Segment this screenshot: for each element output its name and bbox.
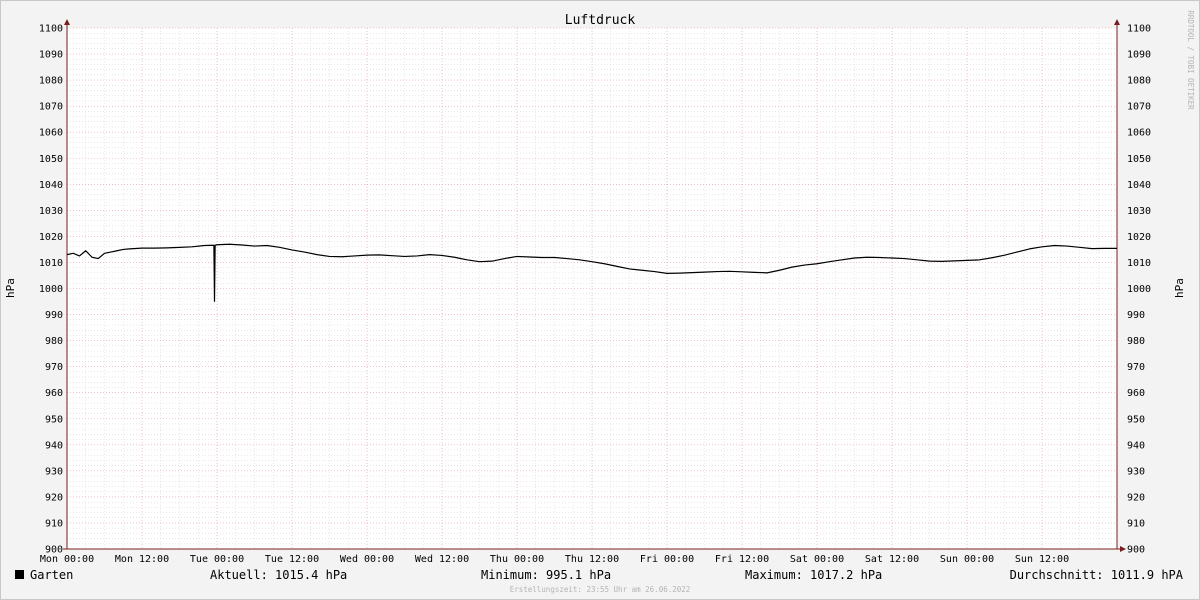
y-tick-label: 1030 (39, 206, 63, 217)
y-tick-label: 930 (45, 466, 63, 477)
x-tick-label: Sat 12:00 (865, 554, 919, 565)
x-tick-label: Thu 12:00 (565, 554, 619, 565)
y-tick-label: 1050 (39, 154, 63, 165)
x-tick-label: Wed 00:00 (340, 554, 394, 565)
y-tick-label: 1000 (1127, 284, 1151, 295)
x-tick-label: Sun 12:00 (1015, 554, 1069, 565)
x-tick-label: Tue 00:00 (190, 554, 244, 565)
y-tick-label: 950 (45, 414, 63, 425)
legend-maximum: Maximum: 1017.2 hPa (745, 568, 882, 582)
y-tick-label: 1070 (39, 102, 63, 113)
y-axis-label-left: hPa (4, 278, 17, 298)
legend-series-name: Garten (30, 568, 73, 582)
y-axis-arrow-right (1114, 19, 1120, 25)
legend-swatch (15, 570, 24, 579)
y-tick-label: 960 (1127, 388, 1145, 399)
y-tick-label: 960 (45, 388, 63, 399)
chart-svg: 900 910 920 930 940 950 960 970 980 990 1000 1010 10… (4, 10, 1195, 594)
y-tick-label: 1020 (39, 232, 63, 243)
y-tick-label: 900 (1127, 545, 1145, 556)
x-tick-label: Sun 00:00 (940, 554, 994, 565)
y-tick-label: 910 (45, 518, 63, 529)
y-tick-label: 1060 (1127, 128, 1151, 139)
x-tick-label: Tue 12:00 (265, 554, 319, 565)
y-tick-label: 1080 (1127, 76, 1151, 87)
y-tick-label: 1090 (1127, 50, 1151, 61)
y-tick-label: 970 (1127, 362, 1145, 373)
x-ticks: Mon 00:00 Mon 12:00 Tue 00:00 Tue 12:00 Wed … (40, 554, 1069, 565)
x-tick-label: Thu 00:00 (490, 554, 544, 565)
x-tick-label: Mon 00:00 (40, 554, 94, 565)
y-tick-label: 1040 (39, 180, 63, 191)
x-tick-label: Sat 00:00 (790, 554, 844, 565)
y-tick-label: 1010 (1127, 258, 1151, 269)
y-axis-arrow-left (64, 19, 70, 25)
y-tick-label: 1090 (39, 50, 63, 61)
y-tick-label: 1060 (39, 128, 63, 139)
y-tick-label: 1020 (1127, 232, 1151, 243)
y-tick-label: 1080 (39, 76, 63, 87)
legend: Garten Aktuell: 1015.4 hPa Minimum: 995.… (15, 568, 1184, 582)
y-tick-label: 950 (1127, 414, 1145, 425)
y-tick-label: 990 (45, 310, 63, 321)
y-tick-label: 1040 (1127, 180, 1151, 191)
x-tick-label: Mon 12:00 (115, 554, 169, 565)
y-tick-label: 1070 (1127, 102, 1151, 113)
footer-timestamp: Erstellungszeit: 23:55 Uhr am 26.06.2022 (510, 585, 691, 594)
y-tick-label: 930 (1127, 466, 1145, 477)
y-tick-label: 1100 (39, 24, 63, 35)
y-tick-label: 970 (45, 362, 63, 373)
y-ticks-right: 900 910 920 930 940 950 960 970 980 990 1000 1010 10… (1127, 24, 1151, 556)
x-tick-label: Fri 00:00 (640, 554, 694, 565)
x-tick-label: Fri 12:00 (715, 554, 769, 565)
legend-durchschnitt: Durchschnitt: 1011.9 hPA (1010, 568, 1184, 582)
y-tick-label: 980 (1127, 336, 1145, 347)
chart-title: Luftdruck (565, 13, 636, 28)
legend-aktuell: Aktuell: 1015.4 hPa (210, 568, 347, 582)
y-tick-label: 940 (1127, 440, 1145, 451)
y-tick-label: 1000 (39, 284, 63, 295)
y-tick-label: 940 (45, 440, 63, 451)
y-ticks-left: 9009109209309409509609709809901000101010… (39, 24, 63, 556)
y-tick-label: 910 (1127, 518, 1145, 529)
legend-minimum: Minimum: 995.1 hPa (481, 568, 611, 582)
y-tick-label: 1030 (1127, 206, 1151, 217)
y-tick-label: 990 (1127, 310, 1145, 321)
y-tick-label: 980 (45, 336, 63, 347)
y-axis-label-right: hPa (1173, 278, 1186, 298)
x-axis-arrow (1120, 546, 1126, 552)
y-tick-label: 920 (1127, 492, 1145, 503)
y-tick-label: 1050 (1127, 154, 1151, 165)
rrdtool-watermark: RRDTOOL / TOBI OETIKER (1186, 10, 1195, 110)
x-tick-label: Wed 12:00 (415, 554, 469, 565)
y-tick-label: 920 (45, 492, 63, 503)
y-tick-label: 1010 (39, 258, 63, 269)
y-tick-label: 1100 (1127, 24, 1151, 35)
